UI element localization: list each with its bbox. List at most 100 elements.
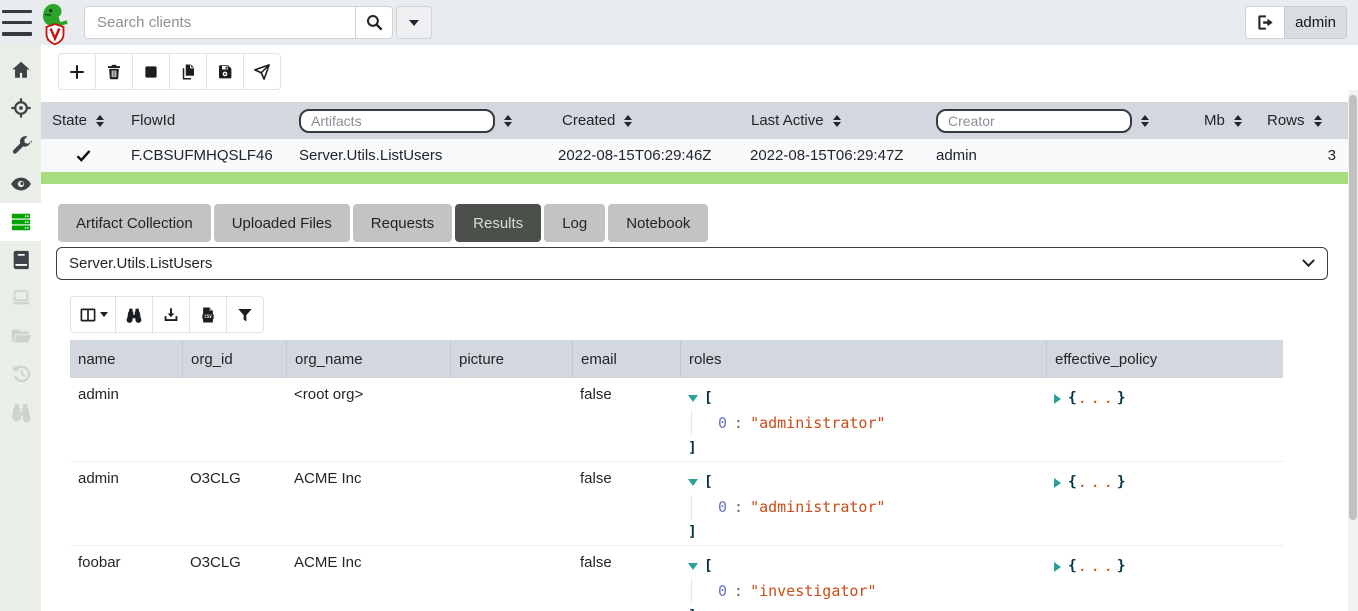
sort-rows[interactable] <box>1314 115 1322 127</box>
json-collapsed-dots: ... <box>1078 470 1117 495</box>
search-options-dropdown-button[interactable] <box>396 6 432 39</box>
cell-roles-json: [ 0:"investigator" ] <box>680 546 1046 611</box>
json-close-bracket: ] <box>688 520 697 545</box>
cell-org-id: O3CLG <box>190 470 241 487</box>
cell-email: false <box>580 554 612 571</box>
download-button[interactable] <box>152 296 190 333</box>
crosshair-icon <box>10 97 32 119</box>
sidebar-item-book[interactable] <box>0 241 41 279</box>
json-open-bracket: [ <box>704 470 713 495</box>
triangle-down-icon[interactable] <box>688 563 698 570</box>
svg-text:CSV: CSV <box>204 314 212 319</box>
save-button[interactable] <box>206 53 244 90</box>
export-csv-button[interactable]: CSV <box>189 296 227 333</box>
stop-button[interactable] <box>132 53 170 90</box>
hamburger-menu-icon[interactable] <box>2 10 32 36</box>
triangle-right-icon[interactable] <box>1054 478 1061 488</box>
sort-artifacts[interactable] <box>504 115 512 127</box>
flow-toolbar <box>58 53 281 90</box>
search-clients-input[interactable] <box>84 6 356 39</box>
wrench-icon <box>10 135 32 157</box>
sidebar-item-binoculars <box>0 393 41 431</box>
magnifier-icon <box>365 13 384 32</box>
find-button[interactable] <box>115 296 153 333</box>
cell-name: admin <box>78 470 119 487</box>
json-collapsed-dots: ... <box>1078 554 1117 579</box>
json-open-brace: { <box>1068 470 1077 495</box>
user-button[interactable]: admin <box>1284 6 1347 39</box>
cell-roles-json: [ 0:"administrator" ] <box>680 462 1046 545</box>
copy-button[interactable] <box>169 53 207 90</box>
json-open-brace: { <box>1068 554 1077 579</box>
cell-policy-json: {...} <box>1046 462 1283 495</box>
col-policy-label: effective_policy <box>1055 351 1157 368</box>
triangle-right-icon[interactable] <box>1054 562 1061 572</box>
columns-dropdown-button[interactable] <box>70 296 116 333</box>
sidebar-item-server-stack[interactable] <box>0 203 41 241</box>
cell-email: false <box>580 386 612 403</box>
json-close-bracket: ] <box>688 436 697 461</box>
json-index: 0 <box>718 582 727 600</box>
tab-requests[interactable]: Requests <box>353 204 452 242</box>
sidebar-item-crosshair[interactable] <box>0 89 41 127</box>
col-orgid-label: org_id <box>191 351 233 368</box>
cell-name: foobar <box>78 554 121 571</box>
sort-state[interactable] <box>96 115 104 127</box>
sidebar-item-home[interactable] <box>0 51 41 89</box>
user-menu-group: admin <box>1245 6 1347 39</box>
sort-creator[interactable] <box>1141 115 1149 127</box>
json-string-value: "investigator" <box>750 582 876 600</box>
home-icon <box>10 59 32 81</box>
filter-button[interactable] <box>226 296 264 333</box>
flow-row[interactable]: F.CBSUFMHQSLF46 Server.Utils.ListUsers 2… <box>41 139 1348 172</box>
result-row[interactable]: admin O3CLG ACME Inc false [ 0:"administ… <box>70 461 1283 545</box>
results-table: name org_id org_name picture email roles… <box>70 340 1283 611</box>
json-close-brace: } <box>1117 554 1126 579</box>
history-clock-icon <box>10 363 32 385</box>
flow-artifacts-value: Server.Utils.ListUsers <box>299 147 442 164</box>
sort-mb[interactable] <box>1234 115 1242 127</box>
top-navbar: admin <box>0 0 1358 45</box>
scrollbar-thumb[interactable] <box>1349 95 1357 520</box>
check-icon <box>75 147 92 164</box>
logout-button[interactable] <box>1245 6 1285 39</box>
tab-notebook[interactable]: Notebook <box>608 204 708 242</box>
json-string-value: "administrator" <box>750 498 885 516</box>
sort-lastactive[interactable] <box>833 115 841 127</box>
result-row[interactable]: foobar O3CLG ACME Inc false [ 0:"investi… <box>70 545 1283 611</box>
new-collection-button[interactable] <box>58 53 96 90</box>
search-button[interactable] <box>355 6 393 39</box>
cell-org-name: ACME Inc <box>294 554 362 571</box>
artifacts-filter-input[interactable] <box>299 109 495 133</box>
cell-roles-json: [ 0:"administrator" ] <box>680 378 1046 461</box>
sort-created[interactable] <box>624 115 632 127</box>
export-button[interactable] <box>243 53 281 90</box>
delete-button[interactable] <box>95 53 133 90</box>
json-open-bracket: [ <box>704 554 713 579</box>
tab-artifact-collection[interactable]: Artifact Collection <box>58 204 211 242</box>
folder-open-icon <box>10 325 32 347</box>
json-open-bracket: [ <box>704 386 713 411</box>
paper-plane-icon <box>253 63 271 81</box>
creator-filter-input[interactable] <box>936 109 1132 133</box>
json-collapsed-dots: ... <box>1078 386 1117 411</box>
caret-down-icon <box>409 20 419 26</box>
col-mb-label: Mb <box>1204 112 1225 129</box>
sidebar-item-laptop <box>0 279 41 317</box>
json-open-brace: { <box>1068 386 1077 411</box>
client-search-group <box>84 6 432 39</box>
triangle-down-icon[interactable] <box>688 395 698 402</box>
velociraptor-logo-icon <box>37 3 73 49</box>
eye-icon <box>10 173 32 195</box>
triangle-right-icon[interactable] <box>1054 394 1061 404</box>
tab-uploaded-files[interactable]: Uploaded Files <box>214 204 350 242</box>
sidebar-item-eye[interactable] <box>0 165 41 203</box>
tab-results[interactable]: Results <box>455 204 541 242</box>
col-rows-label: Rows <box>1267 112 1305 129</box>
result-row[interactable]: admin <root org> false [ 0:"administrato… <box>70 378 1283 461</box>
sidebar-item-wrench[interactable] <box>0 127 41 165</box>
col-state-label: State <box>52 112 87 129</box>
triangle-down-icon[interactable] <box>688 479 698 486</box>
artifact-select[interactable]: Server.Utils.ListUsers <box>56 247 1328 280</box>
tab-log[interactable]: Log <box>544 204 605 242</box>
